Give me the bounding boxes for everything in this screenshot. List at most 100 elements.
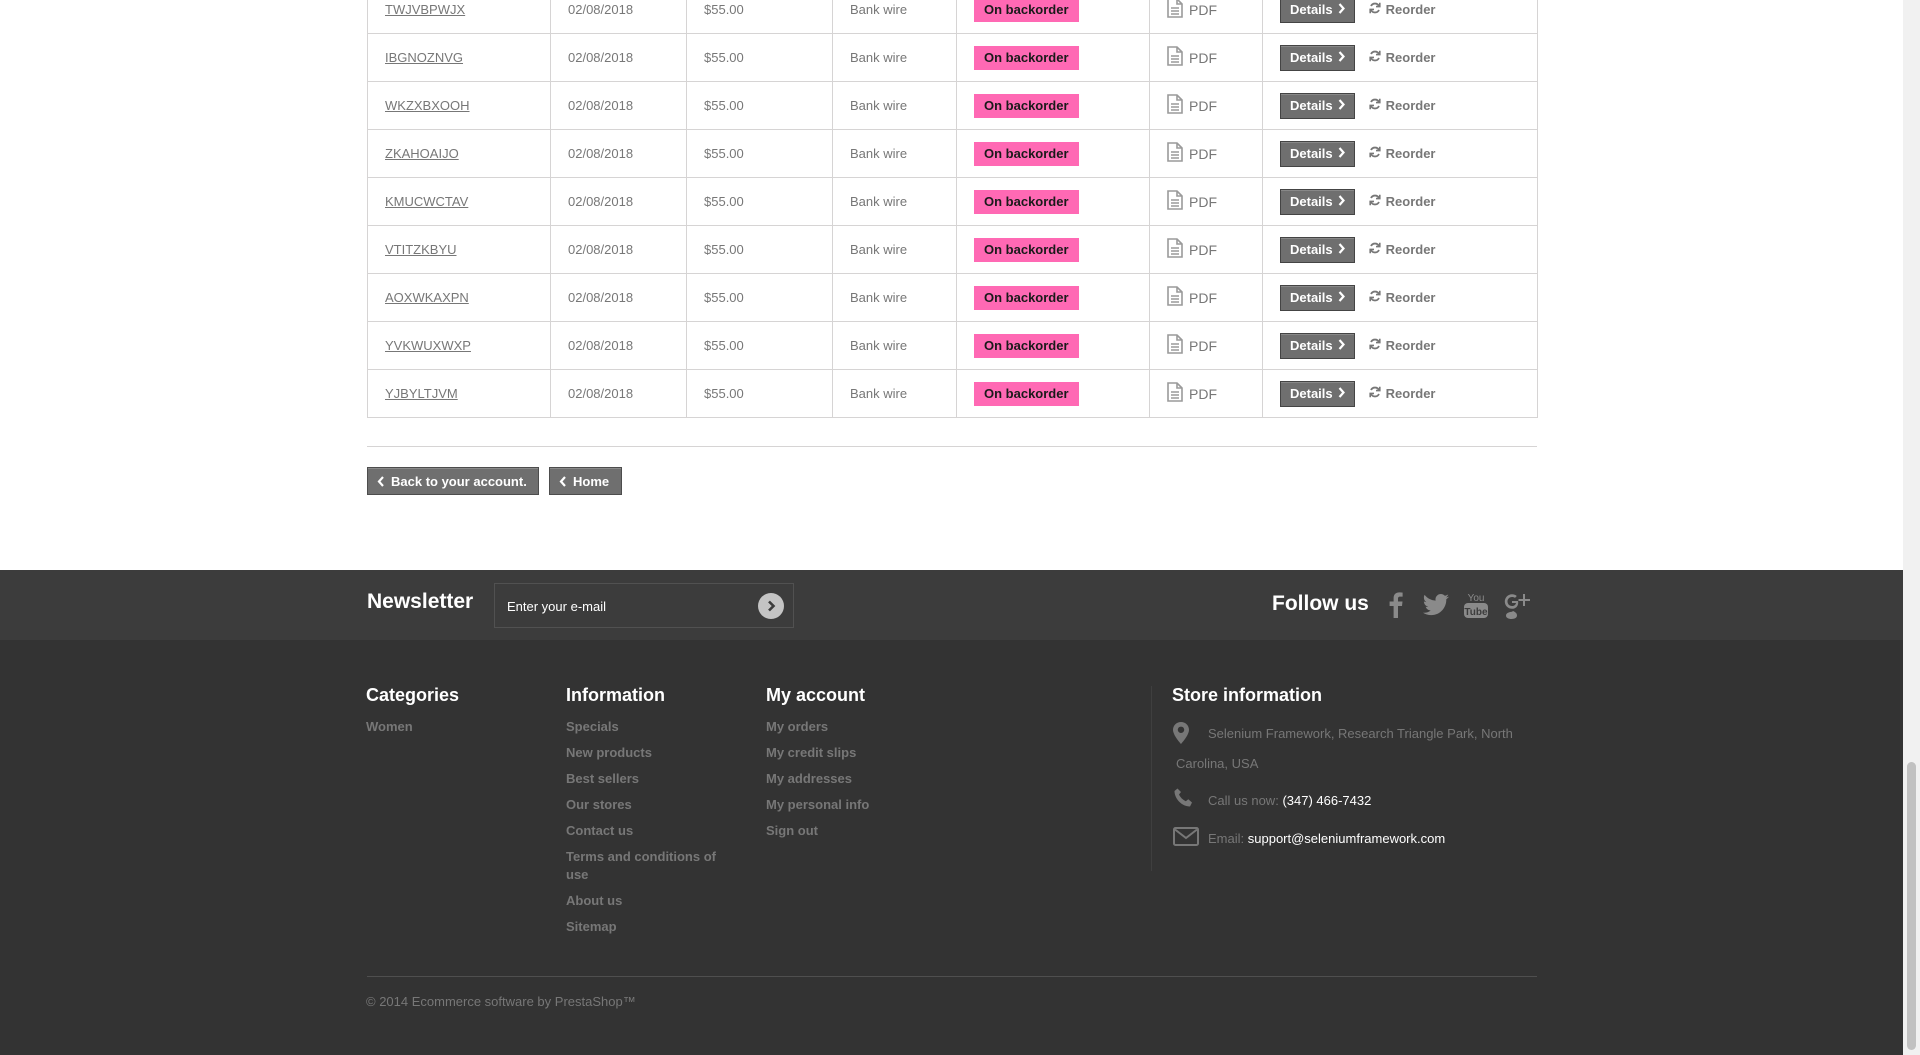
store-email-row: Email: support@seleniumframework.com [1208,831,1445,846]
reorder-label: Reorder [1385,241,1436,257]
details-button[interactable]: Details [1280,284,1355,311]
newsletter-email-input[interactable] [495,584,764,629]
footer-link-my-orders[interactable]: My orders [766,718,926,736]
invoice-pdf-link[interactable]: PDF [1167,286,1217,309]
footer-link-about-us[interactable]: About us [566,892,726,910]
footer-link-my-addresses[interactable]: My addresses [766,770,926,788]
table-row: TWJVBPWJX 02/08/2018 $55.00 Bank wire On bac… [367,0,1538,34]
order-status-cell: On backorder [956,273,1150,322]
details-button[interactable]: Details [1280,44,1355,71]
order-reference-cell: TWJVBPWJX [367,0,551,34]
home-button[interactable]: Home [549,467,622,495]
chevron-right-icon [768,600,776,612]
reorder-link[interactable]: Reorder [1369,2,1436,17]
order-actions-cell: Details Reorder [1262,321,1538,370]
reorder-link[interactable]: Reorder [1369,50,1436,65]
order-reference-link[interactable]: YJBYLTJVM [385,386,458,401]
details-button[interactable]: Details [1280,0,1355,23]
footer-link-our-stores[interactable]: Our stores [566,796,726,814]
footer-link-terms[interactable]: Terms and conditions of use [566,848,726,884]
details-button[interactable]: Details [1280,380,1355,407]
pdf-document-icon [1167,46,1183,69]
details-button[interactable]: Details [1280,236,1355,263]
reorder-label: Reorder [1385,289,1436,305]
invoice-pdf-link[interactable]: PDF [1167,0,1217,21]
details-button[interactable]: Details [1280,140,1355,167]
details-label: Details [1290,1,1333,17]
details-button[interactable]: Details [1280,188,1355,215]
order-actions-cell: Details Reorder [1262,273,1538,322]
status-badge: On backorder [974,141,1079,166]
chevron-right-icon [1338,290,1345,305]
order-total-price: $55.00 [686,81,833,130]
reorder-link[interactable]: Reorder [1369,386,1436,401]
order-reference-link[interactable]: VTITZKBYU [385,242,457,257]
invoice-pdf-link[interactable]: PDF [1167,94,1217,117]
pdf-label: PDF [1189,97,1217,114]
order-reference-link[interactable]: YVKWUXWXP [385,338,471,353]
follow-us-title: Follow us [1272,592,1369,615]
order-actions-cell: Details Reorder [1262,369,1538,418]
invoice-pdf-link[interactable]: PDF [1167,190,1217,213]
footer-link-sign-out[interactable]: Sign out [766,822,926,840]
pdf-document-icon [1167,382,1183,405]
order-reference-link[interactable]: KMUCWCTAV [385,194,468,209]
newsletter-submit-button[interactable] [758,593,784,619]
refresh-icon [1369,194,1381,209]
order-total-price: $55.00 [686,225,833,274]
reorder-link[interactable]: Reorder [1369,146,1436,161]
pdf-label: PDF [1189,385,1217,402]
footer-link-new-products[interactable]: New products [566,744,726,762]
chevron-right-icon [1338,338,1345,353]
footer-link-my-personal-info[interactable]: My personal info [766,796,926,814]
store-phone[interactable]: (347) 466-7432 [1282,793,1371,808]
reorder-link[interactable]: Reorder [1369,290,1436,305]
invoice-pdf-link[interactable]: PDF [1167,142,1217,165]
footer-link-sitemap[interactable]: Sitemap [566,918,726,936]
facebook-icon[interactable] [1381,590,1411,620]
reorder-link[interactable]: Reorder [1369,194,1436,209]
invoice-pdf-link[interactable]: PDF [1167,238,1217,261]
order-actions-cell: Details Reorder [1262,177,1538,226]
order-reference-link[interactable]: TWJVBPWJX [385,2,465,17]
pdf-document-icon [1167,286,1183,309]
chevron-left-icon [559,475,566,487]
footer-link-contact-us[interactable]: Contact us [566,822,726,840]
order-date: 02/08/2018 [550,273,687,322]
order-reference-link[interactable]: AOXWKAXPN [385,290,469,305]
footer-link-my-credit-slips[interactable]: My credit slips [766,744,926,762]
google-plus-icon[interactable] [1501,590,1531,620]
invoice-pdf-link[interactable]: PDF [1167,382,1217,405]
store-email-link[interactable]: support@seleniumframework.com [1248,831,1445,846]
back-to-account-button[interactable]: Back to your account. [367,467,539,495]
store-call-row: Call us now: (347) 466-7432 [1208,793,1371,808]
details-button[interactable]: Details [1280,332,1355,359]
footer-link-best-sellers[interactable]: Best sellers [566,770,726,788]
youtube-icon[interactable]: You Tube [1461,590,1491,620]
copyright-text[interactable]: © 2014 Ecommerce software by PrestaShop™ [366,994,636,1009]
twitter-icon[interactable] [1421,590,1451,620]
details-label: Details [1290,97,1333,113]
order-reference-link[interactable]: WKZXBXOOH [385,98,470,113]
footer-link-specials[interactable]: Specials [566,718,726,736]
invoice-pdf-link[interactable]: PDF [1167,46,1217,69]
order-payment-method: Bank wire [832,321,957,370]
my-account-title: My account [766,685,866,705]
details-label: Details [1290,145,1333,161]
details-label: Details [1290,289,1333,305]
order-date: 02/08/2018 [550,0,687,34]
vertical-scrollbar[interactable] [1903,0,1920,1055]
order-reference-link[interactable]: IBGNOZNVG [385,50,463,65]
invoice-pdf-link[interactable]: PDF [1167,334,1217,357]
reorder-link[interactable]: Reorder [1369,98,1436,113]
footer-link-women[interactable]: Women [366,718,526,736]
reorder-link[interactable]: Reorder [1369,338,1436,353]
reorder-link[interactable]: Reorder [1369,242,1436,257]
scrollbar-thumb[interactable] [1907,762,1916,1050]
order-date: 02/08/2018 [550,225,687,274]
details-button[interactable]: Details [1280,92,1355,119]
invoice-cell: PDF [1149,321,1263,370]
invoice-cell: PDF [1149,81,1263,130]
order-payment-method: Bank wire [832,177,957,226]
order-reference-link[interactable]: ZKAHOAIJO [385,146,459,161]
